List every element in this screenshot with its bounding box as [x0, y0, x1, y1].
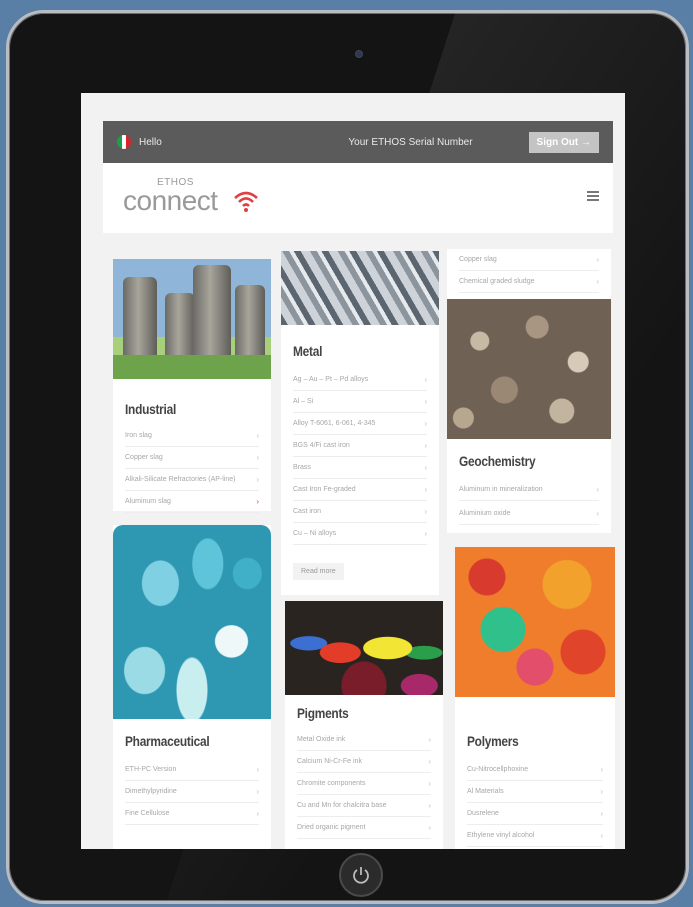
app-screen: Hello Your ETHOS Serial Number Sign Out …: [81, 93, 625, 849]
list-item[interactable]: Aluminum in mineralization ›: [459, 479, 599, 501]
list-item[interactable]: Ag – Au – Pt – Pd alloys ›: [293, 369, 427, 391]
metal-image: [281, 251, 439, 325]
greeting-text: Hello: [139, 136, 162, 148]
list-item[interactable]: Dimethylpyridine ›: [125, 781, 259, 803]
hamburger-menu-icon[interactable]: [587, 191, 599, 203]
category-grid: Industrial Iron slag › Copper slag › Alkal…: [103, 245, 615, 849]
list-item[interactable]: Dusrelene ›: [467, 803, 603, 825]
logo-connect-text: connect: [123, 185, 218, 216]
list-item[interactable]: Brass ›: [293, 457, 427, 479]
flag-icon[interactable]: [117, 135, 131, 149]
card-title[interactable]: Metal: [293, 343, 322, 359]
list-item[interactable]: ETH-PC Version ›: [125, 759, 259, 781]
industrial-image: [113, 259, 271, 379]
list-item[interactable]: Cast iron ›: [293, 501, 427, 523]
card-polymers[interactable]: Polymers Cu-Nitrocellphoxine › Al Materia…: [455, 547, 615, 849]
camera-icon: [355, 50, 363, 58]
list-item[interactable]: Al – Si ›: [293, 391, 427, 413]
read-more-button[interactable]: Read more: [293, 563, 344, 580]
list-item[interactable]: Aluminium oxide ›: [459, 503, 599, 525]
power-button[interactable]: [339, 853, 383, 897]
card-pharmaceutical[interactable]: Pharmaceutical ETH-PC Version › Dimethylp…: [113, 525, 271, 849]
geochemistry-image: [447, 299, 611, 439]
card-pigments[interactable]: Pigments Metal Oxide ink › Calcium Ni-Cr-…: [285, 601, 443, 849]
serial-number-label: Your ETHOS Serial Number: [348, 136, 473, 148]
card-metal[interactable]: Metal Ag – Au – Pt – Pd alloys › Al – Si ›…: [281, 251, 439, 595]
power-icon: [353, 867, 369, 884]
list-item[interactable]: Cu and Mn for chalcitra base ›: [297, 795, 431, 817]
header: ETHOS connect: [103, 163, 613, 233]
list-item[interactable]: Metal Oxide ink ›: [297, 729, 431, 751]
list-item[interactable]: Copper slag ›: [125, 447, 259, 469]
card-geochemistry[interactable]: Copper slag › Chemical graded sludge › Geo…: [447, 249, 611, 533]
list-item[interactable]: Ethylene vinyl alcohol ›: [467, 825, 603, 847]
list-item[interactable]: Chromite components ›: [297, 773, 431, 795]
list-item[interactable]: Aluminum slag ›: [125, 491, 259, 513]
list-item[interactable]: Fine Cellulose ›: [125, 803, 259, 825]
pigments-image: [285, 601, 443, 695]
card-title[interactable]: Polymers: [467, 733, 519, 749]
card-title[interactable]: Pharmaceutical: [125, 733, 210, 749]
list-item[interactable]: Copper slag ›: [459, 249, 599, 271]
top-bar: Hello Your ETHOS Serial Number Sign Out …: [103, 121, 613, 163]
list-item[interactable]: Al Materials ›: [467, 781, 603, 803]
tablet-frame: Hello Your ETHOS Serial Number Sign Out …: [6, 10, 689, 904]
list-item[interactable]: BGS 4/Fi cast iron ›: [293, 435, 427, 457]
card-title[interactable]: Pigments: [297, 705, 349, 721]
card-title[interactable]: Geochemistry: [459, 453, 536, 469]
list-item[interactable]: Cu-Nitrocellphoxine ›: [467, 759, 603, 781]
sign-out-button[interactable]: Sign Out →: [528, 131, 599, 153]
list-item[interactable]: Cast Iron Fe-graded ›: [293, 479, 427, 501]
list-item[interactable]: Alloy T-6061, 6-061, 4-345 ›: [293, 413, 427, 435]
card-title[interactable]: Industrial: [125, 401, 176, 417]
polymers-image: [455, 547, 615, 697]
list-item[interactable]: Chemical graded sludge ›: [459, 271, 599, 293]
list-item[interactable]: Alkali-Silicate Refractories (AP-line) ›: [125, 469, 259, 491]
list-item[interactable]: Cu – Ni alloys ›: [293, 523, 427, 545]
list-item[interactable]: Dried organic pigment ›: [297, 817, 431, 839]
wifi-icon: [234, 191, 258, 212]
card-industrial[interactable]: Industrial Iron slag › Copper slag › Alkal…: [113, 259, 271, 513]
pharmaceutical-image: [113, 525, 271, 719]
list-item[interactable]: Iron slag ›: [125, 425, 259, 447]
list-item[interactable]: Calcium Ni-Cr-Fe ink ›: [297, 751, 431, 773]
